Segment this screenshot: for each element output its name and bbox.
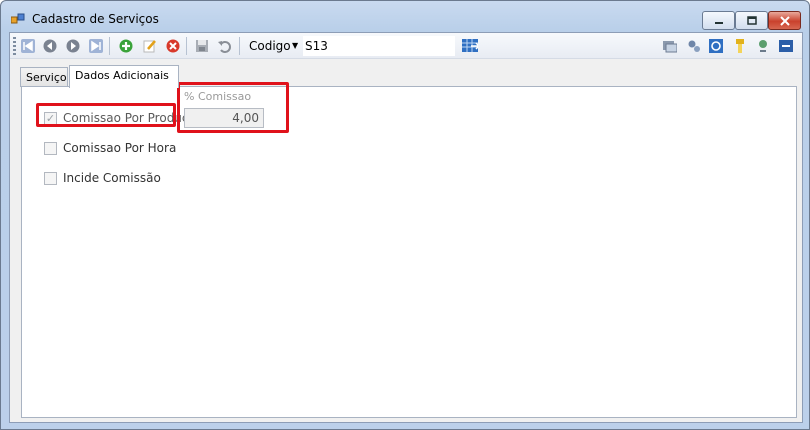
last-record-icon: [89, 39, 103, 53]
edit-button[interactable]: [142, 38, 158, 54]
minimize-icon: [714, 21, 723, 24]
tab-dados-adicionais[interactable]: Dados Adicionais: [69, 65, 179, 88]
refresh-button[interactable]: [708, 38, 724, 54]
edit-icon: [143, 40, 156, 53]
refresh-icon: [709, 39, 723, 53]
first-record-icon: [21, 39, 35, 53]
tab-servico[interactable]: Serviço: [20, 67, 68, 87]
settings-icon: [688, 40, 700, 52]
checkbox-label: Incide Comissão: [63, 171, 161, 185]
comissao-por-hora-checkbox[interactable]: Comissao Por Hora: [44, 141, 176, 155]
tab-strip: Serviço Dados Adicionais: [20, 65, 800, 88]
close-button[interactable]: [768, 11, 801, 30]
save-button[interactable]: [194, 38, 210, 54]
window-title: Cadastro de Serviços: [32, 12, 159, 26]
toolbar-separator: [186, 37, 187, 55]
app-icon: [11, 13, 25, 24]
save-icon: [196, 40, 208, 52]
report-button[interactable]: [662, 38, 678, 54]
checkbox-box[interactable]: [44, 141, 57, 155]
search-button[interactable]: [462, 38, 478, 54]
exit-icon: [779, 40, 793, 52]
toolbar: Codigo ▼: [10, 33, 802, 59]
minimize-button[interactable]: [702, 11, 735, 30]
previous-record-button[interactable]: [42, 38, 58, 54]
checkbox-label: Comissao Por Hora: [63, 141, 177, 155]
add-icon: [119, 39, 133, 53]
dados-adicionais-panel: ✓ Comissao Por Produção Comissao Por Hor…: [21, 82, 797, 418]
checkbox-box[interactable]: [44, 171, 57, 185]
delete-button[interactable]: [165, 38, 181, 54]
close-icon: [779, 15, 790, 26]
codigo-dropdown-label[interactable]: Codigo: [249, 39, 291, 53]
first-record-button[interactable]: [20, 38, 36, 54]
title-bar[interactable]: Cadastro de Serviços: [1, 1, 809, 33]
map-button[interactable]: [755, 38, 771, 54]
highlight-box-comissao: [177, 82, 289, 133]
last-record-button[interactable]: [88, 38, 104, 54]
toolbar-separator: [239, 37, 240, 55]
maximize-button[interactable]: [735, 11, 768, 30]
highlight-box-checkbox: [36, 103, 176, 127]
chevron-down-icon[interactable]: ▼: [292, 39, 298, 53]
client-area: Codigo ▼ S13 Serviço Dados Adicionais ✓ …: [9, 32, 803, 423]
app-window: Cadastro de Serviços Codigo ▼ S13 Serviç…: [0, 0, 810, 430]
codigo-search-input[interactable]: [303, 36, 455, 56]
previous-record-icon: [43, 39, 57, 53]
add-button[interactable]: [118, 38, 134, 54]
exit-button[interactable]: [778, 38, 794, 54]
toolbar-grip[interactable]: [13, 37, 16, 55]
undo-button[interactable]: [216, 38, 232, 54]
next-record-icon: [66, 39, 80, 53]
next-record-button[interactable]: [65, 38, 81, 54]
undo-icon: [218, 41, 231, 53]
settings-button[interactable]: [686, 38, 702, 54]
map-pin-icon: [759, 40, 767, 52]
maximize-icon: [746, 15, 757, 25]
toolbar-separator: [109, 37, 110, 55]
filter-icon: [736, 39, 744, 53]
report-icon: [663, 41, 677, 53]
delete-icon: [166, 39, 180, 53]
grid-search-icon: [462, 39, 478, 52]
incide-comissao-checkbox[interactable]: Incide Comissão: [44, 171, 161, 185]
filter-button[interactable]: [732, 38, 748, 54]
